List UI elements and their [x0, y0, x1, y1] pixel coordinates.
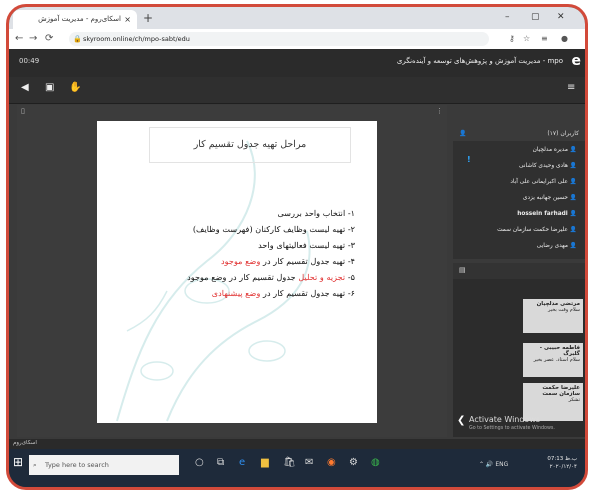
minimize-icon[interactable]: –	[505, 9, 510, 25]
address-bar: ← → ⟳ 🔒 skyroom.online/ch/mpo-sabt/edu ⚷…	[9, 29, 585, 50]
reload-icon[interactable]: ⟳	[45, 31, 53, 47]
search-icon: ⌕	[33, 461, 37, 469]
app-header: 00:49 mpo - مدیریت آموزش و پژوهش‌های توس…	[9, 49, 585, 77]
star-icon[interactable]: ☆	[523, 32, 530, 46]
attendees-count: کاربران (۱۷)	[547, 130, 579, 137]
slide-item: ۶- تهیه جدول تقسیم کار در وضع پیشنهادی	[211, 288, 355, 298]
store-icon[interactable]: 🛍	[283, 457, 296, 468]
window-close-icon[interactable]: ✕	[557, 9, 565, 25]
url-text: skyroom.online/ch/mpo-sabt/edu	[83, 35, 190, 43]
chat-message: فاطمه حبیبی - گلبرگ سلام استاد. عصر بخیر	[523, 343, 583, 377]
status-text: اسکای‌روم	[13, 440, 37, 446]
document-icon[interactable]: ▯	[21, 107, 25, 115]
app-logo: e	[571, 53, 582, 69]
session-timer: 00:49	[19, 57, 40, 65]
taskbar-clock[interactable]: 07:13 ب.ظ ۲۰۲۰/۱۲/۰۴	[547, 455, 577, 471]
taskbar-search[interactable]: ⌕ Type here to search	[29, 455, 179, 475]
screen-frame: اسکای‌روم - مدیریت آموزش × + – ▢ ✕ ← → ⟳…	[6, 4, 588, 490]
active-marker: !	[467, 155, 471, 164]
windows-start-icon[interactable]: ⊞	[13, 455, 23, 469]
attendee-item[interactable]: 👤 علی اکبرایمانی علی آباد	[510, 179, 577, 185]
tab-close-icon[interactable]: ×	[124, 10, 131, 29]
expand-icon[interactable]: ⋮	[436, 107, 443, 115]
slide-item: ۴- تهیه جدول تقسیم کار در وضع موجود	[221, 256, 355, 266]
user-icon: 👤	[459, 130, 467, 137]
browser-tab[interactable]: اسکای‌روم - مدیریت آموزش ×	[13, 10, 137, 29]
raise-hand-icon[interactable]: ✋	[69, 82, 81, 93]
slide-item: ۵- تجزیه و تحلیل جدول تقسیم کار در وضع م…	[187, 272, 355, 282]
maximize-icon[interactable]: ▢	[531, 9, 540, 25]
slide-item: ۳- تهیه لیست فعالیتهای واحد	[258, 240, 355, 250]
edge-icon[interactable]: e	[239, 457, 245, 468]
chat-panel: ▤ مرتضی مدلچیان سلام وقت بخیر فاطمه حبیب…	[453, 263, 585, 437]
attendees-header: 👤 کاربران (۱۷)	[453, 127, 585, 141]
status-bar: اسکای‌روم	[9, 439, 585, 449]
back-icon[interactable]: ←	[15, 31, 23, 47]
chevron-left-icon[interactable]: ❮	[457, 415, 465, 426]
chat-header: ▤	[453, 263, 585, 279]
tab-title: اسکای‌روم - مدیریت آموزش	[38, 15, 121, 23]
menu-list-icon[interactable]: ≡	[541, 32, 548, 46]
url-field[interactable]: 🔒 skyroom.online/ch/mpo-sabt/edu	[69, 32, 489, 46]
chat-message: مرتضی مدلچیان سلام وقت بخیر	[523, 299, 583, 333]
hamburger-menu-icon[interactable]: ≡	[567, 82, 575, 93]
key-icon[interactable]: ⚷	[509, 32, 515, 46]
slide-item: ۱- انتخاب واحد بررسی	[277, 208, 355, 218]
browser-tab-bar: اسکای‌روم - مدیریت آموزش × + – ▢ ✕	[9, 7, 585, 29]
slide-title: مراحل تهیه جدول تقسیم کار	[149, 127, 351, 163]
attendee-item[interactable]: 👤 hossein farhadi	[517, 211, 577, 217]
chat-icon: ▤	[459, 266, 466, 274]
presentation-panel: ▯ ⋮ مراحل تهیه جدول تقسیم کار ۱- انتخاب …	[17, 105, 447, 437]
attendee-item[interactable]: 👤 مدیره مدلچیان	[533, 147, 577, 153]
windows-taskbar: ⊞ ⌕ Type here to search ○ ⧉ e ▆ 🛍 ✉ ◉ ⚙ …	[9, 449, 585, 487]
attendee-item[interactable]: 👤 علیرضا حکمت سازمان سمت	[497, 227, 577, 233]
app-toolbar: ◀ ▣ ✋ ≡	[9, 77, 585, 104]
new-tab-icon[interactable]: +	[143, 10, 153, 26]
mail-icon[interactable]: ✉	[305, 457, 313, 468]
activate-windows-watermark: ❮ Activate Windows Go to Settings to act…	[457, 415, 555, 431]
speaker-icon[interactable]: ◀	[21, 82, 29, 93]
slide-list: ۱- انتخاب واحد بررسی ۲- تهیه لیست وظایف …	[115, 205, 355, 301]
forward-icon[interactable]: →	[29, 31, 37, 47]
slide: مراحل تهیه جدول تقسیم کار ۱- انتخاب واحد…	[97, 121, 377, 423]
attendee-item[interactable]: 👤 هادی وحیدی کاشانی	[519, 163, 577, 169]
profile-icon[interactable]: ●	[561, 32, 568, 46]
lock-icon: 🔒	[73, 35, 82, 43]
file-explorer-icon[interactable]: ▆	[261, 457, 269, 468]
attendees-panel: 👤 کاربران (۱۷) ! 👤 مدیره مدلچیان 👤 هادی …	[453, 127, 585, 259]
task-view-icon[interactable]: ⧉	[217, 457, 224, 468]
firefox-icon[interactable]: ◉	[327, 457, 336, 468]
slide-item: ۲- تهیه لیست وظایف کارکنان (فهرست وظایف)	[192, 224, 355, 234]
system-tray-icons[interactable]: ⌃ 🔊 ENG	[479, 461, 508, 468]
cortana-icon[interactable]: ○	[195, 457, 204, 468]
screen-share-icon[interactable]: ▣	[45, 82, 54, 93]
attendee-item[interactable]: 👤 حسین جهانبه یزدی	[523, 195, 577, 201]
chrome-icon[interactable]: ◍	[371, 457, 380, 468]
attendee-item[interactable]: 👤 مهدی رضایی	[537, 243, 577, 249]
settings-icon[interactable]: ⚙	[349, 457, 358, 468]
app-title: mpo - مدیریت آموزش و پژوهش‌های توسعه و آ…	[396, 57, 563, 65]
